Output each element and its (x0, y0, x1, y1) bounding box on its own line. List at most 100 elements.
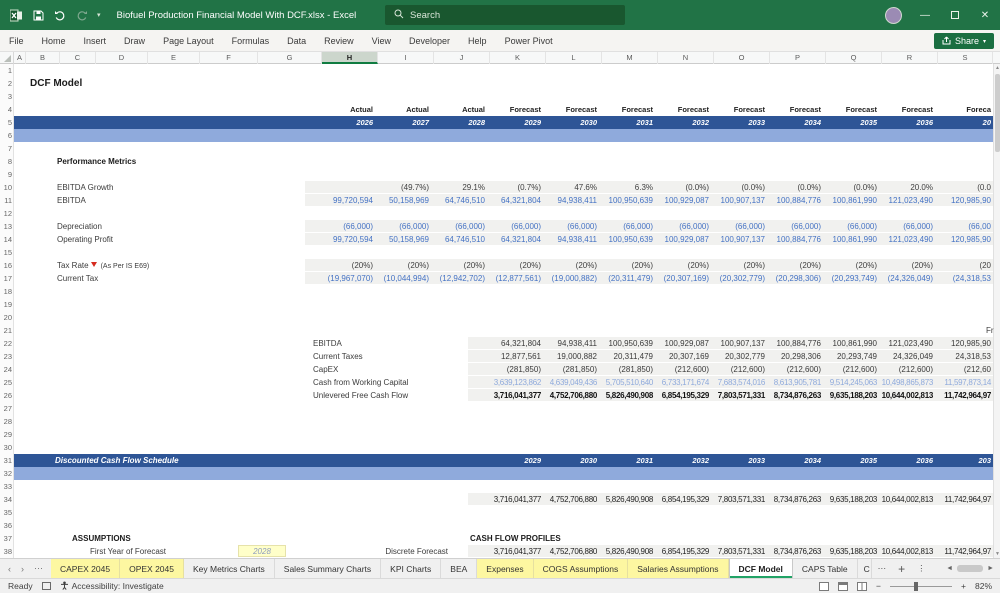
column-header-Q[interactable]: Q (826, 52, 882, 64)
column-header-B[interactable]: B (26, 52, 60, 64)
cell[interactable]: 4,752,706,880 (550, 389, 598, 402)
cell[interactable]: (20%) (800, 259, 821, 272)
cell[interactable]: (212,60 (964, 363, 991, 376)
column-header-G[interactable]: G (258, 52, 322, 64)
sheet-tab-bea[interactable]: BEA (441, 559, 478, 578)
row-header-7[interactable]: 7 (0, 142, 12, 155)
cell[interactable]: (212,600) (731, 363, 765, 376)
free-cell[interactable]: DCF Model (30, 77, 82, 90)
cell[interactable]: (66,000) (623, 220, 653, 233)
cell[interactable]: 100,950,639 (609, 233, 654, 246)
scroll-right-icon[interactable]: ► (987, 565, 994, 572)
cell[interactable]: (0.0%) (685, 181, 709, 194)
cell[interactable]: 10,644,002,813 (882, 389, 934, 402)
cell[interactable]: Forecast (510, 103, 541, 116)
macro-record-icon[interactable] (41, 582, 51, 590)
cell[interactable]: 20,298,306 (781, 350, 821, 363)
cell[interactable]: (0.0%) (741, 181, 765, 194)
accessibility-status[interactable]: Accessibility: Investigate (72, 581, 164, 591)
cell[interactable]: (66,000) (847, 220, 877, 233)
ribbon-tab-help[interactable]: Help (459, 33, 496, 49)
cell[interactable]: 7,803,571,331 (718, 389, 766, 402)
cell[interactable]: (66,000) (567, 220, 597, 233)
column-header-D[interactable]: D (96, 52, 148, 64)
cell[interactable]: (66,000) (511, 220, 541, 233)
cell[interactable]: 100,861,990 (833, 194, 878, 207)
cell[interactable]: (66,000) (735, 220, 765, 233)
ribbon-tab-file[interactable]: File (0, 33, 33, 49)
column-header-R[interactable]: R (882, 52, 938, 64)
normal-view-icon[interactable] (819, 581, 830, 591)
account-avatar[interactable] (885, 6, 902, 24)
cell[interactable]: 99,720,594 (333, 233, 373, 246)
cell[interactable]: 7,803,571,331 (718, 493, 766, 506)
cell[interactable]: 11,597,873,14 (944, 376, 991, 389)
row-label[interactable]: Current Tax (57, 272, 98, 285)
free-cell[interactable]: Performance Metrics (57, 155, 136, 168)
cell[interactable]: 50,158,969 (389, 194, 429, 207)
cell[interactable]: 8,734,876,263 (774, 493, 822, 506)
cell[interactable]: 50,158,969 (389, 233, 429, 246)
column-header-P[interactable]: P (770, 52, 826, 64)
cell[interactable]: (212,600) (899, 363, 933, 376)
cell[interactable]: (20%) (408, 259, 429, 272)
row-header-3[interactable]: 3 (0, 90, 12, 103)
cell[interactable]: (49.7%) (401, 181, 429, 194)
column-header-N[interactable]: N (658, 52, 714, 64)
sheet-grid[interactable]: 1 2 3 4 5 6 7 8 9 10 11 12 13 14 15 16 17 18 19 20 21 22 23 24 2… (0, 64, 1000, 558)
cell[interactable]: 100,907,137 (721, 337, 766, 350)
row-header-32[interactable]: 32 (0, 467, 12, 480)
cell[interactable]: Actual (406, 103, 429, 116)
cell[interactable]: 100,929,087 (665, 233, 710, 246)
cell[interactable]: Forecast (678, 103, 709, 116)
cell[interactable]: 3,716,041,377 (494, 389, 542, 402)
cell[interactable]: 24,326,049 (893, 350, 933, 363)
cell[interactable]: 47.6% (574, 181, 597, 194)
horizontal-scrollbar[interactable]: ◄ ► (940, 559, 1000, 578)
vertical-scrollbar[interactable]: ▲ ▼ (993, 64, 1000, 558)
row-header-27[interactable]: 27 (0, 402, 12, 415)
row-header-20[interactable]: 20 (0, 311, 12, 324)
cell[interactable]: (212,600) (787, 363, 821, 376)
row-header-5[interactable]: 5 (0, 116, 12, 129)
page-layout-view-icon[interactable] (838, 581, 849, 591)
cell[interactable]: 121,023,490 (889, 233, 934, 246)
cell[interactable]: 5,826,490,908 (606, 389, 654, 402)
zoom-out-icon[interactable]: − (876, 581, 881, 591)
cell[interactable]: 3,716,041,377 (494, 493, 542, 506)
cell[interactable]: (12,942,702) (440, 272, 485, 285)
row-label[interactable]: Depreciation (57, 220, 102, 233)
column-header-E[interactable]: E (148, 52, 200, 64)
excel-app-icon[interactable] (9, 8, 23, 22)
cell[interactable]: (19,000,882) (552, 272, 597, 285)
row-header-15[interactable]: 15 (0, 246, 12, 259)
cell[interactable]: 121,023,490 (889, 337, 934, 350)
row-header-33[interactable]: 33 (0, 480, 12, 493)
cell[interactable]: 100,929,087 (665, 337, 710, 350)
cell[interactable]: (66,00 (968, 220, 991, 233)
cell[interactable]: 7,683,574,016 (718, 376, 766, 389)
cell[interactable]: (24,318,53 (953, 272, 991, 285)
row-header-9[interactable]: 9 (0, 168, 12, 181)
sheet-tab-sales-summary-charts[interactable]: Sales Summary Charts (275, 559, 382, 578)
column-header-F[interactable]: F (200, 52, 258, 64)
sheet-tab-key-metrics-charts[interactable]: Key Metrics Charts (184, 559, 275, 578)
close-button[interactable]: ✕ (970, 0, 1000, 30)
cell[interactable]: 11,742,964,97 (944, 493, 991, 506)
cell[interactable]: 64,321,804 (501, 194, 541, 207)
cell[interactable]: (20%) (912, 259, 933, 272)
sheet-tab-caps-table[interactable]: CAPS Table (793, 559, 858, 578)
sheet-tab-c[interactable]: C (858, 559, 872, 578)
undo-icon[interactable] (53, 8, 67, 22)
cell[interactable]: (20%) (856, 259, 877, 272)
sheet-tab-capex-2045[interactable]: CAPEX 2045 (51, 559, 121, 578)
search-input[interactable] (410, 9, 590, 21)
sheet-tab-expenses[interactable]: Expenses (477, 559, 534, 578)
select-all-corner[interactable] (0, 52, 14, 64)
cell[interactable]: 64,321,804 (501, 337, 541, 350)
ribbon-tab-draw[interactable]: Draw (115, 33, 154, 49)
cell[interactable]: 9,635,188,203 (830, 493, 878, 506)
ribbon-tab-insert[interactable]: Insert (75, 33, 116, 49)
cell[interactable]: Forecast (566, 103, 597, 116)
cell[interactable]: (20%) (576, 259, 597, 272)
